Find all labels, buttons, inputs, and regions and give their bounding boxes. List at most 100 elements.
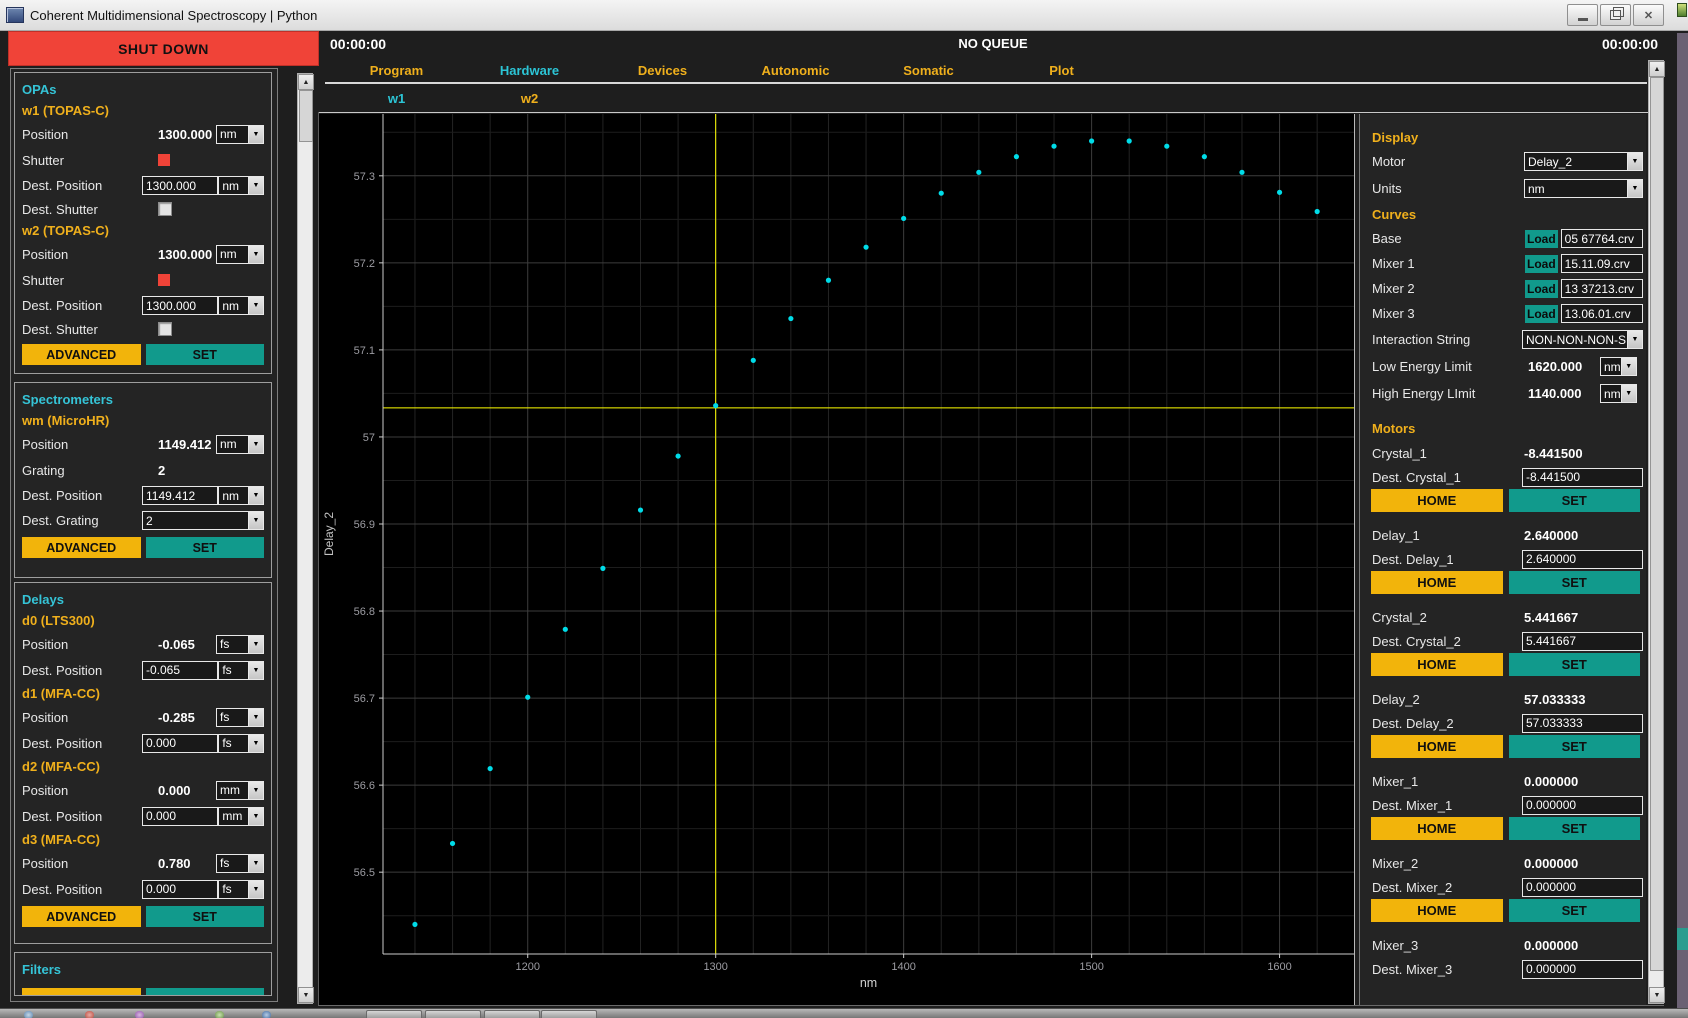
chevron-down-icon[interactable]: ▼ xyxy=(1627,331,1642,348)
crystal-1-set-button[interactable]: SET xyxy=(1509,489,1641,512)
delay-2-home-button[interactable]: HOME xyxy=(1371,735,1503,758)
chevron-down-icon[interactable]: ▼ xyxy=(248,246,263,263)
delays-set-button[interactable]: SET xyxy=(146,906,265,927)
w2-position-unit-select[interactable]: nm ▼ xyxy=(216,245,264,264)
chevron-down-icon[interactable]: ▼ xyxy=(248,782,263,799)
start-orb-icon[interactable] xyxy=(24,1011,33,1018)
d2-unit-select[interactable]: mm▼ xyxy=(216,781,264,800)
delay-1-set-button[interactable]: SET xyxy=(1509,571,1641,594)
crystal-2-set-button[interactable]: SET xyxy=(1509,653,1641,676)
chevron-down-icon[interactable]: ▼ xyxy=(248,636,263,653)
restore-button[interactable] xyxy=(1600,4,1631,26)
chevron-down-icon[interactable]: ▼ xyxy=(248,126,263,143)
w1-dest-position-input[interactable]: 1300.000 xyxy=(142,176,218,195)
tab-hardware[interactable]: Hardware xyxy=(463,58,596,82)
dest-mixer-2-input[interactable]: 0.000000 xyxy=(1522,878,1643,897)
d3-unit-select[interactable]: fs▼ xyxy=(216,854,264,873)
dest-mixer-3-input[interactable]: 0.000000 xyxy=(1522,960,1643,979)
scroll-down-icon[interactable]: ▼ xyxy=(1649,987,1665,1003)
delay-2-set-button[interactable]: SET xyxy=(1509,735,1641,758)
filters-set-button[interactable] xyxy=(146,988,265,996)
d1-unit-select[interactable]: fs▼ xyxy=(216,708,264,727)
taskbar-button[interactable] xyxy=(366,1010,422,1018)
wm-dest-grating-select[interactable]: 2 ▼ xyxy=(142,511,264,530)
load-mixer3-button[interactable]: Load xyxy=(1525,305,1558,323)
tab-devices[interactable]: Devices xyxy=(596,58,729,82)
tab-program[interactable]: Program xyxy=(330,58,463,82)
chevron-down-icon[interactable]: ▼ xyxy=(248,487,263,504)
w1-position-unit-select[interactable]: nm ▼ xyxy=(216,125,264,144)
content-scrollbar-vertical[interactable]: ▲ ▼ xyxy=(297,73,313,1004)
opas-advanced-button[interactable]: ADVANCED xyxy=(22,344,141,365)
mixer-2-set-button[interactable]: SET xyxy=(1509,899,1641,922)
chevron-down-icon[interactable]: ▼ xyxy=(248,297,263,314)
minimize-button[interactable] xyxy=(1567,4,1598,26)
taskbar[interactable] xyxy=(0,1008,1688,1018)
w2-dest-unit-select[interactable]: nm ▼ xyxy=(218,296,264,315)
dest-crystal-1-input[interactable]: -8.441500 xyxy=(1522,468,1643,487)
dest-mixer-1-input[interactable]: 0.000000 xyxy=(1522,796,1643,815)
chevron-down-icon[interactable]: ▼ xyxy=(248,177,263,194)
chevron-down-icon[interactable]: ▼ xyxy=(248,735,263,752)
filters-advanced-button[interactable] xyxy=(22,988,141,996)
w1-dest-shutter-checkbox[interactable] xyxy=(158,202,172,216)
delay-1-home-button[interactable]: HOME xyxy=(1371,571,1503,594)
load-mixer2-button[interactable]: Load xyxy=(1525,280,1558,298)
sidebar-scrollbar-vertical[interactable]: ▲ ▼ xyxy=(1648,60,1664,1004)
scroll-up-icon[interactable]: ▲ xyxy=(1649,61,1665,77)
d2-dest-unit-select[interactable]: mm▼ xyxy=(218,807,264,826)
mixer-1-home-button[interactable]: HOME xyxy=(1371,817,1503,840)
subtab-w1[interactable]: w1 xyxy=(330,86,463,110)
scroll-down-icon[interactable]: ▼ xyxy=(298,987,314,1003)
dest-crystal-2-input[interactable]: 5.441667 xyxy=(1522,632,1643,651)
w1-dest-unit-select[interactable]: nm ▼ xyxy=(218,176,264,195)
taskbar-button[interactable] xyxy=(541,1010,597,1018)
delays-advanced-button[interactable]: ADVANCED xyxy=(22,906,141,927)
spectrometers-advanced-button[interactable]: ADVANCED xyxy=(22,537,141,558)
wm-dest-unit-select[interactable]: nm ▼ xyxy=(218,486,264,505)
d2-dest-position-input[interactable]: 0.000 xyxy=(142,807,218,826)
chevron-down-icon[interactable]: ▼ xyxy=(248,881,263,898)
chevron-down-icon[interactable]: ▼ xyxy=(1621,358,1636,375)
chevron-down-icon[interactable]: ▼ xyxy=(1621,385,1636,402)
d1-dest-unit-select[interactable]: fs▼ xyxy=(218,734,264,753)
mixer-1-set-button[interactable]: SET xyxy=(1509,817,1641,840)
mixer1-curve-file[interactable]: 15.11.09.crv xyxy=(1561,254,1643,273)
d1-dest-position-input[interactable]: 0.000 xyxy=(142,734,218,753)
d0-unit-select[interactable]: fs▼ xyxy=(216,635,264,654)
low-energy-unit-select[interactable]: nm ▼ xyxy=(1600,357,1637,376)
taskbar-button[interactable] xyxy=(425,1010,481,1018)
chevron-down-icon[interactable]: ▼ xyxy=(1627,153,1642,170)
wm-position-unit-select[interactable]: nm ▼ xyxy=(216,435,264,454)
taskbar-icon-red[interactable] xyxy=(85,1011,94,1018)
tab-somatic[interactable]: Somatic xyxy=(862,58,995,82)
dest-delay-1-input[interactable]: 2.640000 xyxy=(1522,550,1643,569)
chevron-down-icon[interactable]: ▼ xyxy=(248,709,263,726)
high-energy-unit-select[interactable]: nm ▼ xyxy=(1600,384,1637,403)
tuning-curve-plot[interactable]: 56.556.656.756.856.95757.157.257.3120013… xyxy=(319,114,1354,1005)
taskbar-icon-green[interactable] xyxy=(215,1011,224,1018)
taskbar-icon-purple[interactable] xyxy=(135,1011,144,1018)
chevron-down-icon[interactable]: ▼ xyxy=(248,512,263,529)
display-units-select[interactable]: nm ▼ xyxy=(1524,179,1643,198)
close-button[interactable]: ✕ xyxy=(1633,4,1664,26)
opas-set-button[interactable]: SET xyxy=(146,344,265,365)
mixer-2-home-button[interactable]: HOME xyxy=(1371,899,1503,922)
load-mixer1-button[interactable]: Load xyxy=(1525,255,1558,273)
w2-dest-shutter-checkbox[interactable] xyxy=(158,322,172,336)
chevron-down-icon[interactable]: ▼ xyxy=(248,662,263,679)
scrollbar-thumb[interactable] xyxy=(299,90,313,142)
tab-autonomic[interactable]: Autonomic xyxy=(729,58,862,82)
shutdown-button[interactable]: SHUT DOWN xyxy=(8,31,319,66)
scrollbar-thumb[interactable] xyxy=(1650,77,1664,971)
wm-dest-position-input[interactable]: 1149.412 xyxy=(142,486,218,505)
crystal-1-home-button[interactable]: HOME xyxy=(1371,489,1503,512)
d0-dest-position-input[interactable]: -0.065 xyxy=(142,661,218,680)
base-curve-file[interactable]: 05 67764.crv xyxy=(1561,229,1643,248)
d3-dest-position-input[interactable]: 0.000 xyxy=(142,880,218,899)
display-motor-select[interactable]: Delay_2 ▼ xyxy=(1524,152,1643,171)
load-base-button[interactable]: Load xyxy=(1525,230,1558,248)
d3-dest-unit-select[interactable]: fs▼ xyxy=(218,880,264,899)
chevron-down-icon[interactable]: ▼ xyxy=(248,808,263,825)
chevron-down-icon[interactable]: ▼ xyxy=(248,436,263,453)
